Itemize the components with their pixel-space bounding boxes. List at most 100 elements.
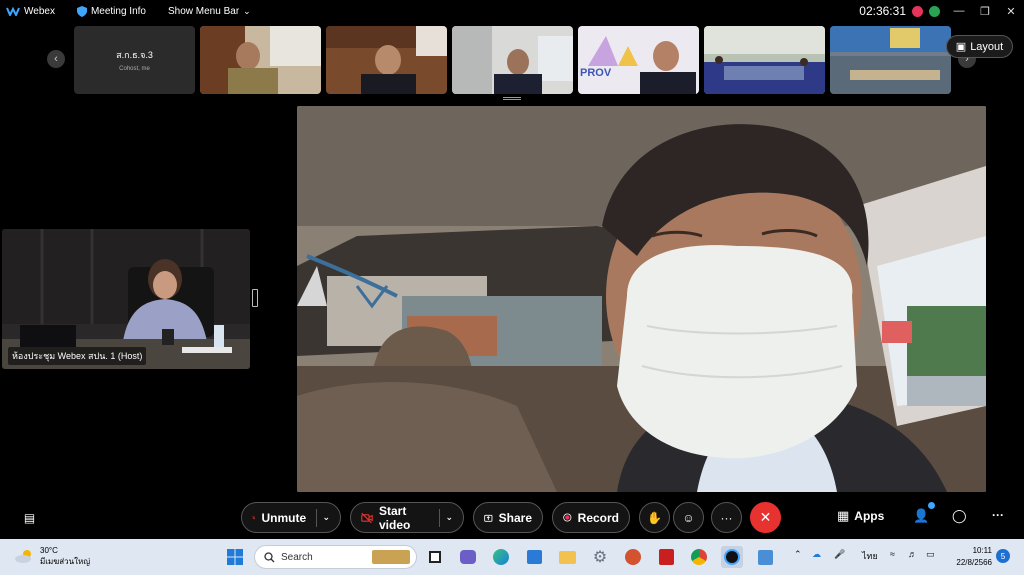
audio-level-icon[interactable] <box>929 5 940 17</box>
participant-thumb-3[interactable] <box>326 26 447 94</box>
store-button[interactable] <box>523 546 545 568</box>
search-highlight-icon <box>372 550 410 564</box>
recording-indicator-icon[interactable] <box>912 5 923 17</box>
chrome-button[interactable] <box>688 546 710 568</box>
panel-resize-grip[interactable] <box>252 289 258 307</box>
show-menu-bar-button[interactable]: Show Menu Bar ⌄ <box>168 6 251 17</box>
tray-battery[interactable]: ▭ <box>926 549 935 560</box>
taskbar-search[interactable]: Search <box>254 545 417 569</box>
unmute-label: Unmute <box>261 510 307 525</box>
participant-thumb-7[interactable] <box>830 26 951 94</box>
meeting-clock: 02:36:31 <box>859 4 906 18</box>
task-view-icon <box>429 551 441 563</box>
hand-icon: ✋ <box>647 510 662 525</box>
notification-badge[interactable]: 5 <box>996 549 1010 563</box>
restore-button[interactable]: ❐ <box>972 0 998 22</box>
chat-icon: ◯ <box>952 508 967 523</box>
leave-meeting-button[interactable]: ✕ <box>750 502 781 533</box>
webex-menu[interactable]: Webex <box>6 6 55 17</box>
webex-taskbar-button[interactable] <box>721 546 743 568</box>
language-label: ไทย <box>862 551 878 561</box>
strip-prev-button[interactable]: ‹ <box>47 50 65 68</box>
host-tile-label: ห้องประชุม Webex สปน. 1 (Host) <box>8 347 147 365</box>
share-button[interactable]: Share <box>473 502 543 533</box>
mic-muted-tray-icon: 🎤 <box>834 549 846 559</box>
active-speaker-video-tile[interactable] <box>297 106 986 492</box>
input-language[interactable]: ไทย <box>862 549 878 563</box>
overflow-menu-button[interactable]: ··· <box>992 508 1004 522</box>
pinned-app-button[interactable] <box>754 546 776 568</box>
meeting-info-label: Meeting Info <box>90 5 146 17</box>
participant-video-5: PROV <box>578 26 699 94</box>
meeting-info-button[interactable]: Meeting Info <box>76 5 146 17</box>
participant-thumb-2[interactable] <box>200 26 321 94</box>
system-date: 22/8/2566 <box>956 558 992 567</box>
participants-icon: 👤 <box>913 508 930 523</box>
folder-icon <box>558 550 576 564</box>
edge-button[interactable] <box>490 546 512 568</box>
speaker-icon: ♬ <box>908 549 917 559</box>
start-video-button[interactable]: Start video ⌄ <box>350 502 464 533</box>
tray-mic[interactable]: 🎤 <box>834 549 845 560</box>
chevron-down-icon: ⌄ <box>243 5 251 16</box>
captions-icon: ▤ <box>23 510 36 525</box>
participant-thumb-5[interactable]: PROV <box>578 26 699 94</box>
chevron-up-icon: ⌃ <box>794 549 802 559</box>
participants-button[interactable]: 👤 <box>913 502 935 524</box>
mic-muted-icon <box>252 515 256 520</box>
powerpoint-button[interactable] <box>622 546 644 568</box>
layout-button[interactable]: ▣ Layout <box>946 35 1013 58</box>
file-explorer-button[interactable] <box>556 546 578 568</box>
weather-text: 30°C มีเมฆส่วนใหญ่ <box>40 545 90 567</box>
close-icon: ✕ <box>759 509 772 525</box>
chat-button[interactable]: ◯ <box>952 508 967 524</box>
chevron-down-icon: ⌄ <box>445 512 453 522</box>
tray-volume[interactable]: ♬ <box>908 549 917 559</box>
participant-video-2 <box>200 26 321 94</box>
more-options-button[interactable]: ··· <box>711 502 742 533</box>
chevron-left-icon: ‹ <box>54 53 58 65</box>
participant-thumb-4[interactable] <box>452 26 573 94</box>
unmute-button[interactable]: Unmute ⌄ <box>241 502 341 533</box>
participant-thumb-self[interactable]: ส.ก.ธ.จ.3 Cohost, me <box>74 26 195 94</box>
raise-hand-button[interactable]: ✋ <box>639 502 670 533</box>
tray-wifi[interactable]: ≈ <box>890 549 895 559</box>
weather-widget[interactable]: 30°C มีเมฆส่วนใหญ่ <box>14 545 90 567</box>
teams-chat-button[interactable] <box>457 546 479 568</box>
participant-video-7 <box>830 26 951 94</box>
share-label: Share <box>498 510 532 525</box>
chevron-down-icon: ⌄ <box>322 512 330 522</box>
apps-button[interactable]: ▦ Apps <box>837 508 884 524</box>
strip-resize-handle[interactable] <box>503 97 521 100</box>
settings-button[interactable]: ⚙ <box>589 546 611 568</box>
participant-video-4 <box>452 26 573 94</box>
video-off-icon <box>361 512 373 523</box>
tray-onedrive[interactable]: ☁ <box>812 549 821 560</box>
battery-icon: ▭ <box>926 549 935 559</box>
title-bar: Webex Meeting Info Show Menu Bar ⌄ 02:36… <box>0 0 1024 22</box>
close-window-button[interactable]: ✕ <box>998 0 1024 22</box>
participants-badge-icon <box>928 502 935 509</box>
acrobat-button[interactable] <box>655 546 677 568</box>
participant-thumb-6[interactable] <box>704 26 825 94</box>
record-button[interactable]: Record <box>552 502 630 533</box>
onedrive-icon: ☁ <box>812 549 821 559</box>
meeting-controls: ▤ Unmute ⌄ Start video ⌄ Share Record ✋ … <box>0 500 1024 536</box>
pinned-app-icon <box>757 549 773 565</box>
captions-button[interactable]: ▤ <box>14 502 45 533</box>
start-video-label: Start video <box>379 503 411 532</box>
host-video-tile[interactable]: ห้องประชุม Webex สปน. 1 (Host) <box>2 229 250 369</box>
minimize-button[interactable]: — <box>946 0 972 22</box>
apps-icon: ▦ <box>837 508 850 523</box>
webex-app-icon <box>724 549 740 565</box>
chrome-icon <box>691 549 707 565</box>
task-view-button[interactable] <box>424 546 446 568</box>
tray-overflow-button[interactable]: ⌃ <box>794 549 802 560</box>
reactions-button[interactable]: ☺ <box>673 502 704 533</box>
system-clock[interactable]: 10:11 22/8/2566 <box>944 545 992 569</box>
windows-taskbar: 30°C มีเมฆส่วนใหญ่ Search ⚙ ⌃ ☁ 🎤 ไทย ≈ … <box>0 539 1024 575</box>
divider <box>438 508 440 527</box>
participant-strip: ‹ ส.ก.ธ.จ.3 Cohost, me PROV › ▣ Layout <box>0 26 1024 96</box>
powerpoint-icon <box>625 549 641 565</box>
start-button[interactable] <box>224 546 246 568</box>
